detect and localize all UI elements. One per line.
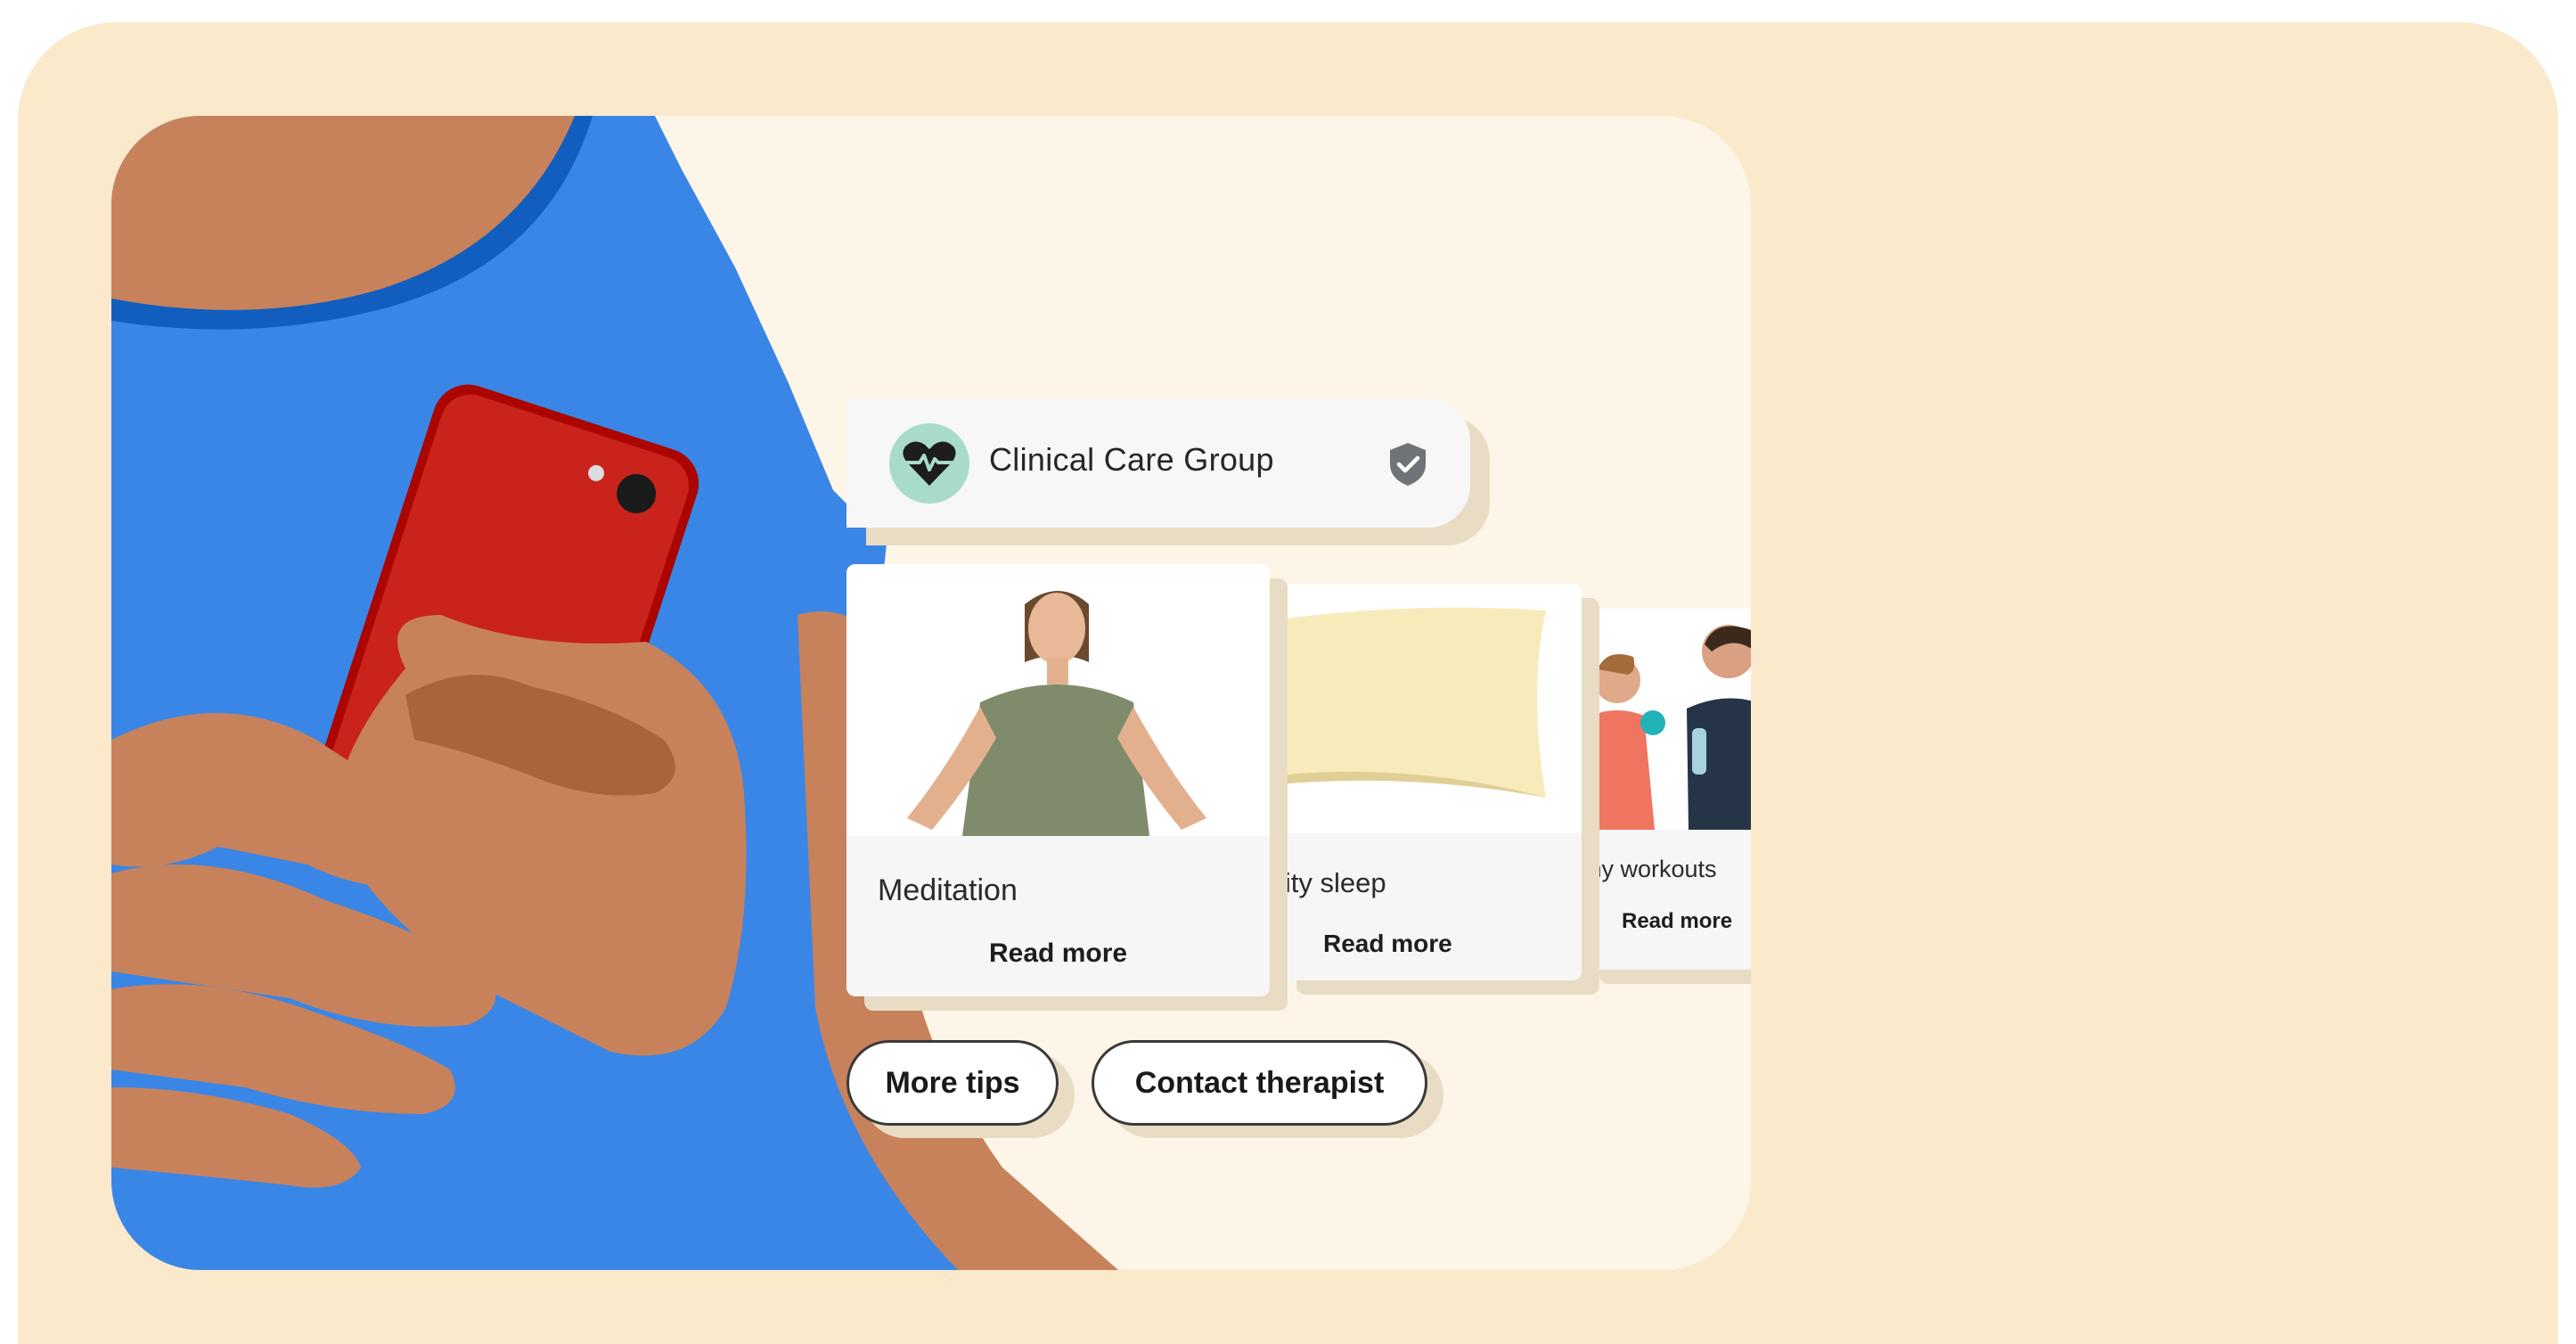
hero-frame: Clinical Care Group thy workouts Read mo…: [18, 22, 2558, 1344]
workout-couple-image: [1582, 609, 1751, 830]
business-logo: [889, 423, 969, 504]
heart-pulse-icon: [889, 423, 969, 504]
verified-shield-icon: [1390, 443, 1426, 486]
read-more-link[interactable]: Read more: [989, 938, 1127, 969]
read-more-link[interactable]: Read more: [1622, 909, 1732, 934]
pillow-image: [1279, 584, 1582, 833]
meditating-woman-image: [846, 564, 1270, 836]
card-title: thy workouts: [1582, 856, 1717, 882]
more-tips-chip[interactable]: More tips: [846, 1040, 1059, 1126]
business-name: Clinical Care Group: [989, 441, 1274, 478]
hero-panel: Clinical Care Group thy workouts Read mo…: [111, 116, 1751, 1270]
read-more-link[interactable]: Read more: [1323, 930, 1452, 958]
business-header-card: Clinical Care Group: [846, 398, 1470, 528]
card-title: lity sleep: [1279, 867, 1386, 898]
card-title: Meditation: [878, 873, 1018, 907]
carousel-card-sleep[interactable]: lity sleep Read more: [1279, 584, 1582, 980]
carousel-card-meditation[interactable]: Meditation Read more: [846, 564, 1270, 996]
contact-therapist-chip[interactable]: Contact therapist: [1092, 1040, 1427, 1126]
carousel-card-workouts[interactable]: thy workouts Read more: [1582, 609, 1751, 970]
